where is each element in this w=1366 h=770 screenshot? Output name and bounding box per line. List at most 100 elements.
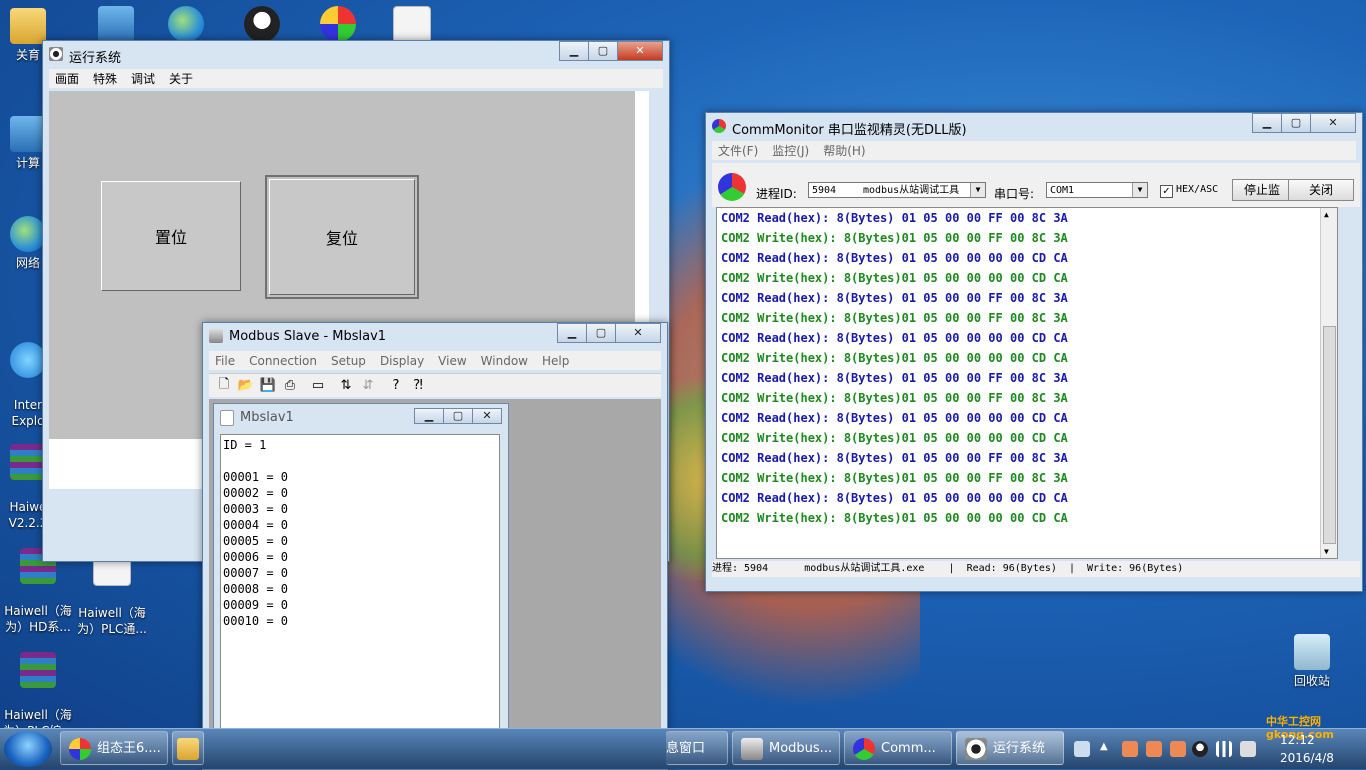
- tray-app-icon[interactable]: [1122, 741, 1138, 757]
- runtime-titlebar[interactable]: 运行系统 ▁ ▢ ✕: [43, 41, 669, 69]
- menu-item-file[interactable]: File: [215, 354, 235, 368]
- commmonitor-logo-icon: [712, 119, 726, 133]
- document-icon: [220, 410, 234, 426]
- register-line[interactable]: 00008 = 0: [223, 581, 499, 597]
- folder-icon: [10, 8, 46, 44]
- taskbar-item-commmonitor[interactable]: Comm...: [844, 731, 952, 765]
- commmonitor-toolbar: 进程ID: 5904 modbus从站调试工具 ▼ 串口号: COM1 ▼ ✓ …: [712, 163, 1360, 207]
- scroll-down-icon[interactable]: ▼: [1324, 547, 1329, 556]
- register-line[interactable]: 00006 = 0: [223, 549, 499, 565]
- runtime-menubar: 画面 特殊 调试 关于: [49, 69, 663, 88]
- chevron-down-icon: ▼: [970, 183, 985, 197]
- menu-item-connection[interactable]: Connection: [249, 354, 317, 368]
- close-button[interactable]: ✕: [615, 323, 661, 343]
- context-help-icon[interactable]: ⁈: [407, 378, 429, 393]
- show-hidden-icons-icon[interactable]: ▲: [1100, 741, 1116, 757]
- menu-item-about[interactable]: 关于: [169, 70, 193, 87]
- print-icon[interactable]: ⎙: [279, 378, 301, 393]
- qq-tray-icon[interactable]: [1192, 741, 1208, 757]
- minimize-button[interactable]: ▁: [414, 408, 444, 424]
- taskbar-item-kingview[interactable]: 组态王6....: [60, 731, 168, 765]
- minimize-button[interactable]: ▁: [559, 41, 589, 61]
- minimize-button[interactable]: ▁: [1252, 113, 1282, 133]
- network-status-icon[interactable]: [1216, 741, 1232, 757]
- disconnect-icon[interactable]: ⇵: [357, 378, 379, 393]
- tray-app-icon[interactable]: [1170, 741, 1186, 757]
- log-line: COM2 Read(hex): 8(Bytes) 01 05 00 00 00 …: [721, 331, 1068, 345]
- window-app-icon: [98, 6, 134, 42]
- register-line[interactable]: 00003 = 0: [223, 501, 499, 517]
- menu-item-setup[interactable]: Setup: [331, 354, 366, 368]
- scroll-up-icon[interactable]: ▲: [1324, 210, 1329, 219]
- port-select[interactable]: COM1 ▼: [1046, 182, 1148, 198]
- register-line[interactable]: 00001 = 0: [223, 469, 499, 485]
- menu-item-debug[interactable]: 调试: [131, 70, 155, 87]
- new-icon[interactable]: 🗋: [213, 375, 235, 397]
- register-line[interactable]: 00002 = 0: [223, 485, 499, 501]
- desktop-icon-recycle-bin[interactable]: 回收站: [1274, 634, 1350, 689]
- maximize-button[interactable]: ▢: [443, 408, 473, 424]
- menu-item-screen[interactable]: 画面: [55, 70, 79, 87]
- menu-item-help[interactable]: 帮助(H): [823, 142, 865, 159]
- close-button[interactable]: ✕: [1310, 113, 1356, 133]
- commmonitor-title: CommMonitor 串口监视精灵(无DLL版): [732, 123, 967, 138]
- register-list: 00001 = 0 00002 = 0 00003 = 0 00004 = 0 0000…: [223, 469, 499, 628]
- child-titlebar[interactable]: Mbslav1 ▁ ▢ ✕: [214, 404, 508, 430]
- clock-time[interactable]: 12:12: [1280, 733, 1315, 747]
- menu-item-monitor[interactable]: 监控(J): [772, 142, 809, 159]
- window-icon[interactable]: ▭: [307, 378, 329, 393]
- process-select[interactable]: 5904 modbus从站调试工具 ▼: [808, 182, 986, 198]
- log-line: COM2 Write(hex): 8(Bytes)01 05 00 00 FF …: [721, 471, 1068, 485]
- save-icon[interactable]: 💾: [257, 378, 279, 393]
- child-title: Mbslav1: [240, 410, 294, 425]
- log-line: COM2 Write(hex): 8(Bytes)01 05 00 00 FF …: [721, 231, 1068, 245]
- maximize-button[interactable]: ▢: [588, 41, 618, 61]
- port-label: 串口号:: [994, 187, 1035, 201]
- close-button[interactable]: ✕: [617, 41, 663, 61]
- hex-asc-checkbox[interactable]: ✓: [1160, 185, 1173, 198]
- close-button[interactable]: ✕: [472, 408, 502, 424]
- register-view[interactable]: ID = 1 00001 = 0 00002 = 0 00003 = 0 00004 …: [220, 434, 500, 750]
- start-button[interactable]: [4, 731, 52, 767]
- open-icon[interactable]: 📂: [235, 378, 257, 393]
- register-line[interactable]: 00010 = 0: [223, 613, 499, 629]
- menu-item-window[interactable]: Window: [481, 354, 528, 368]
- stop-monitor-button[interactable]: 停止监: [1232, 179, 1292, 201]
- menu-item-help[interactable]: Help: [542, 354, 569, 368]
- taskbar-item-explorer[interactable]: [172, 731, 204, 765]
- taskbar-item-runtime[interactable]: 运行系统: [956, 731, 1064, 765]
- register-line[interactable]: 00005 = 0: [223, 533, 499, 549]
- register-line[interactable]: 00004 = 0: [223, 517, 499, 533]
- set-button[interactable]: 置位: [101, 181, 241, 291]
- menu-item-display[interactable]: Display: [380, 354, 424, 368]
- menu-item-special[interactable]: 特殊: [93, 70, 117, 87]
- close-monitor-button[interactable]: 关闭: [1288, 179, 1354, 201]
- clock-date[interactable]: 2016/4/8: [1280, 751, 1334, 765]
- status-bar: 进程: 5904 modbus从站调试工具.exe | Read: 96(Byt…: [712, 561, 1360, 577]
- keyboard-icon[interactable]: [1074, 741, 1090, 757]
- log-scrollbar[interactable]: ▲ ▼: [1320, 208, 1337, 558]
- register-line[interactable]: 00007 = 0: [223, 565, 499, 581]
- menu-item-file[interactable]: 文件(F): [718, 142, 758, 159]
- port-value: COM1: [1050, 185, 1075, 196]
- modbus-titlebar[interactable]: Modbus Slave - Mbslav1 ▁ ▢ ✕: [203, 323, 667, 351]
- network-nodes-icon: [209, 329, 223, 343]
- process-id-label: 进程ID:: [756, 187, 797, 201]
- menu-item-view[interactable]: View: [438, 354, 466, 368]
- monitor-log[interactable]: COM2 Read(hex): 8(Bytes) 01 05 00 00 FF …: [716, 207, 1338, 559]
- reset-button[interactable]: 复位: [265, 175, 419, 299]
- log-line: COM2 Write(hex): 8(Bytes)01 05 00 00 FF …: [721, 311, 1068, 325]
- taskbar-item-modbus[interactable]: Modbus...: [732, 731, 840, 765]
- scroll-thumb[interactable]: [1323, 326, 1336, 544]
- connect-icon[interactable]: ⇅: [335, 378, 357, 393]
- network-nodes-icon: [741, 737, 763, 760]
- minimize-button[interactable]: ▁: [557, 323, 587, 343]
- maximize-button[interactable]: ▢: [1281, 113, 1311, 133]
- volume-icon[interactable]: [1240, 741, 1256, 757]
- register-line[interactable]: 00009 = 0: [223, 597, 499, 613]
- help-icon[interactable]: ?: [385, 378, 407, 393]
- maximize-button[interactable]: ▢: [586, 323, 616, 343]
- tray-app-icon[interactable]: [1146, 741, 1162, 757]
- commmonitor-titlebar[interactable]: CommMonitor 串口监视精灵(无DLL版) ▁ ▢ ✕: [706, 113, 1362, 141]
- taskbar-item-info-window[interactable]: 息窗口: [666, 731, 728, 765]
